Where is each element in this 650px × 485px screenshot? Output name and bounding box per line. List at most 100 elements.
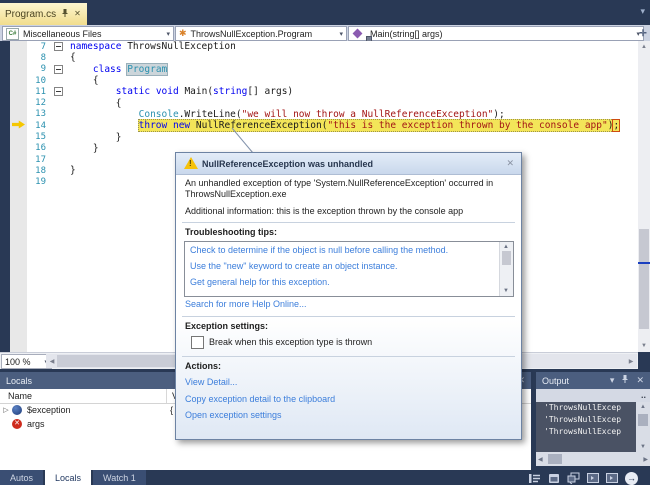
column-name: Name (8, 391, 33, 401)
pin-icon[interactable] (61, 8, 69, 20)
code-line[interactable]: 11 static void Main(string[] args) (27, 86, 638, 97)
output-panel: Output ▾ ✕ .. 'ThrowsNullExcep 'ThrowsNul… (536, 372, 650, 466)
code-line[interactable]: 10 { (27, 75, 638, 86)
fold-margin[interactable] (46, 42, 70, 52)
scroll-up-icon[interactable]: ▲ (638, 44, 650, 50)
line-number: 15 (35, 132, 46, 143)
action-link[interactable]: Open exception settings (185, 410, 335, 420)
output-horizontal-scrollbar[interactable]: ◀ ▶ (536, 452, 650, 466)
member-label: Main(string[] args) (370, 28, 443, 39)
split-window-grip-icon[interactable]: ✛ (637, 27, 649, 39)
divider (182, 356, 515, 357)
search-help-link[interactable]: Search for more Help Online... (185, 299, 307, 309)
divider (182, 316, 515, 317)
code-text: } (70, 131, 122, 143)
list-lines-icon[interactable] (528, 473, 541, 484)
tab-watch-1[interactable]: Watch 1 (93, 470, 146, 485)
tab-autos[interactable]: Autos (0, 470, 44, 485)
collapse-icon[interactable] (53, 64, 63, 74)
tab-list-dropdown-icon[interactable]: ▾ (640, 6, 645, 17)
scroll-up-icon[interactable]: ▲ (503, 244, 509, 250)
error-icon: ✕ (12, 419, 22, 429)
output-toolbar: .. (536, 389, 650, 402)
toolbar-overflow-icon[interactable]: .. (641, 390, 646, 400)
output-title-bar[interactable]: Output ▾ ✕ (536, 372, 650, 389)
dialog-title: NullReferenceException was unhandled (202, 158, 374, 169)
code-text: namespace ThrowsNullException (70, 41, 236, 53)
goto-arrow-icon[interactable]: → (625, 471, 638, 485)
scrollbar-thumb[interactable] (502, 251, 511, 265)
scrollbar-thumb[interactable] (638, 414, 648, 426)
tool-window-icon-strip: → (528, 471, 650, 485)
output-line: 'ThrowsNullExcep (544, 403, 622, 412)
close-icon[interactable]: ✕ (506, 158, 514, 169)
tab-locals[interactable]: Locals (45, 470, 92, 485)
line-number: 10 (35, 75, 46, 86)
troubleshooting-tip-link[interactable]: Get general help for this exception. (190, 277, 497, 287)
action-link[interactable]: Copy exception detail to the clipboard (185, 394, 335, 404)
additional-info: Additional information: this is the exce… (185, 206, 464, 216)
variable-name: args (27, 419, 45, 429)
troubleshooting-tip-link[interactable]: Use the "new" keyword to create an objec… (190, 261, 497, 271)
line-number: 11 (35, 86, 46, 97)
warning-icon (184, 157, 198, 169)
code-line[interactable]: 15 } (27, 131, 638, 143)
dialog-header[interactable]: NullReferenceException was unhandled ✕ (176, 153, 521, 175)
new-window-icon[interactable] (567, 472, 580, 484)
fold-margin[interactable] (46, 87, 70, 97)
scrollbar-thumb[interactable] (639, 229, 649, 329)
collapse-icon[interactable] (53, 42, 63, 52)
code-line[interactable]: 12 { (27, 97, 638, 109)
current-statement-highlight: throw new NullReferenceException("this i… (137, 119, 621, 133)
code-line[interactable]: 9 class Program (27, 62, 638, 76)
output-log[interactable]: 'ThrowsNullExcep 'ThrowsNullExcep 'ThrowsN… (536, 402, 636, 452)
line-number: 17 (35, 154, 46, 165)
exception-message: An unhandled exception of type 'System.N… (185, 178, 494, 199)
chevron-down-icon: ▾ (166, 30, 170, 38)
code-line[interactable]: 14 throw new NullReferenceException("thi… (27, 119, 638, 133)
column-divider[interactable] (166, 389, 167, 403)
line-number: 19 (35, 177, 46, 188)
tab-program-cs[interactable]: Program.cs ✕ (0, 3, 87, 25)
type-dropdown[interactable]: ✱ ThrowsNullException.Program ▾ (175, 26, 347, 41)
scrollbar-thumb[interactable] (548, 454, 562, 464)
close-icon[interactable]: ✕ (636, 375, 644, 386)
troubleshooting-tips-box: Check to determine if the object is null… (184, 241, 514, 297)
line-number: 7 (40, 41, 46, 52)
breakpoint-margin[interactable] (10, 41, 27, 352)
pin-icon[interactable] (621, 375, 629, 386)
member-dropdown[interactable]: Main(string[] args) ▾ (348, 26, 644, 42)
project-scope-dropdown[interactable]: C# Miscellaneous Files ▾ (2, 26, 174, 41)
troubleshooting-tip-link[interactable]: Check to determine if the object is null… (190, 245, 497, 255)
editor-vertical-scrollbar[interactable]: ▲ ▼ (638, 41, 650, 352)
break-on-exception-checkbox[interactable] (191, 336, 204, 349)
scroll-down-icon[interactable]: ▼ (640, 444, 646, 450)
expander-icon[interactable]: ▷ (0, 406, 12, 414)
window-position-icon[interactable]: ▾ (610, 375, 615, 386)
scroll-left-icon[interactable]: ◀ (538, 456, 543, 463)
scroll-up-icon[interactable]: ▲ (640, 404, 646, 410)
output-line: 'ThrowsNullExcep (544, 415, 622, 424)
collapse-icon[interactable] (53, 87, 63, 97)
command-window-icon[interactable] (587, 473, 599, 483)
exception-dialog: NullReferenceException was unhandled ✕ A… (175, 152, 522, 440)
scroll-down-icon[interactable]: ▼ (503, 288, 509, 294)
scroll-right-icon[interactable]: ▶ (643, 456, 648, 463)
window-filled-icon[interactable] (548, 473, 560, 484)
close-icon[interactable]: ✕ (74, 10, 81, 18)
code-line[interactable]: 7 namespace ThrowsNullException (27, 41, 638, 52)
immediate-window-icon[interactable] (606, 473, 618, 483)
fold-margin[interactable] (46, 64, 70, 74)
csharp-file-icon: C# (6, 27, 19, 40)
tips-scrollbar[interactable]: ▲ ▼ (499, 242, 513, 296)
line-number: 8 (40, 52, 46, 63)
zoom-level-dropdown[interactable]: 100 % ▾ (1, 354, 52, 369)
scroll-down-icon[interactable]: ▼ (638, 343, 650, 349)
line-number: 14 (35, 120, 46, 131)
output-vertical-scrollbar[interactable]: ▲ ▼ (636, 402, 650, 452)
action-link[interactable]: View Detail... (185, 377, 335, 387)
scroll-right-icon[interactable]: ▶ (625, 358, 637, 365)
method-icon (352, 28, 372, 42)
code-text: static void Main(string[] args) (115, 86, 294, 98)
code-line[interactable]: 8{ (27, 52, 638, 63)
